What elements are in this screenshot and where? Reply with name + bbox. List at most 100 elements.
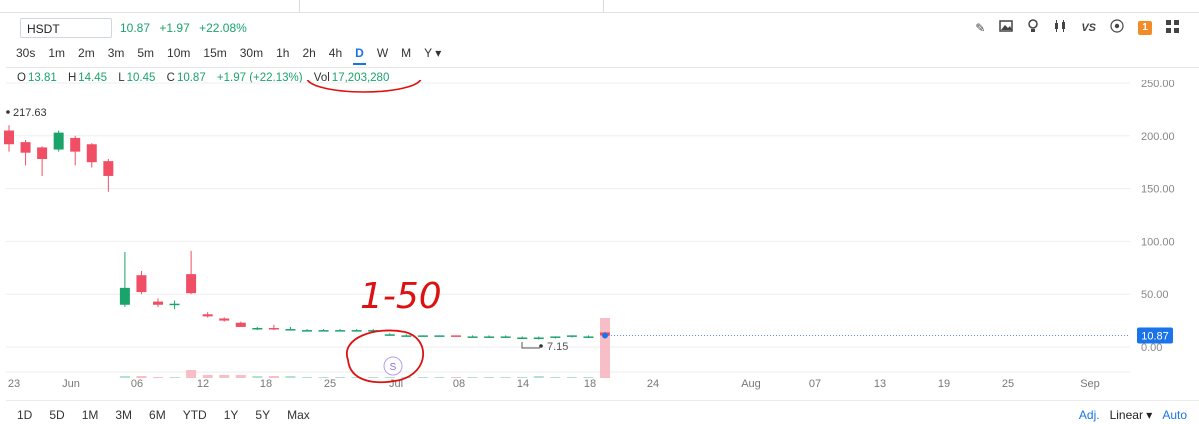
range-1y[interactable]: 1Y bbox=[224, 408, 239, 422]
vs-icon[interactable]: VS bbox=[1081, 22, 1096, 34]
interval-d[interactable]: D bbox=[353, 46, 366, 65]
x-tick-label: Sep bbox=[1080, 378, 1100, 390]
candle bbox=[252, 326, 263, 331]
x-tick-label: Aug bbox=[741, 378, 761, 390]
interval-1m[interactable]: 1m bbox=[48, 46, 65, 60]
candle-body bbox=[4, 130, 14, 145]
auto-toggle[interactable]: Auto bbox=[1162, 408, 1187, 422]
candle bbox=[119, 251, 130, 307]
candle bbox=[4, 125, 14, 152]
candle bbox=[318, 329, 329, 332]
candle bbox=[451, 335, 461, 337]
range-5y[interactable]: 5Y bbox=[255, 408, 270, 422]
volume-bar bbox=[583, 377, 594, 378]
interval-5m[interactable]: 5m bbox=[137, 46, 154, 60]
quote-summary: 10.87 +1.97 +22.08% bbox=[120, 21, 253, 35]
low-marker-dot bbox=[539, 344, 543, 348]
range-3m[interactable]: 3M bbox=[115, 408, 132, 422]
top-strip bbox=[0, 0, 1199, 13]
candles bbox=[4, 125, 610, 340]
candle-body bbox=[533, 337, 544, 339]
toolbar-divider bbox=[6, 67, 1199, 68]
volume-bar bbox=[302, 377, 312, 378]
volume-bar bbox=[153, 377, 163, 378]
range-6m[interactable]: 6M bbox=[149, 408, 166, 422]
scale-dropdown[interactable]: Linear ▾ bbox=[1110, 408, 1153, 422]
range-5d[interactable]: 5D bbox=[49, 408, 64, 422]
candle bbox=[70, 135, 81, 166]
candle-body bbox=[202, 314, 213, 317]
candle bbox=[533, 336, 544, 340]
candle-body bbox=[119, 287, 130, 305]
grid-icon[interactable] bbox=[1166, 19, 1179, 37]
candle bbox=[351, 329, 362, 332]
volume-bar bbox=[335, 377, 346, 378]
high-marker-label: 217.63 bbox=[13, 107, 47, 119]
candle-body bbox=[268, 327, 279, 330]
candle bbox=[484, 335, 495, 338]
volume-bar bbox=[368, 377, 379, 378]
candle-body bbox=[351, 330, 362, 332]
interval-y[interactable]: Y ▾ bbox=[424, 46, 441, 60]
candle bbox=[219, 317, 230, 322]
image-icon[interactable] bbox=[999, 20, 1014, 36]
volume-bar bbox=[517, 377, 528, 378]
range-max[interactable]: Max bbox=[287, 408, 310, 422]
candle-body bbox=[53, 132, 64, 150]
pencil-icon[interactable]: ✎ bbox=[975, 20, 985, 36]
candle-body bbox=[153, 301, 163, 305]
y-axis: 250.00 200.00 150.00 100.00 50.00 0.00 bbox=[1141, 80, 1175, 354]
interval-w[interactable]: W bbox=[377, 46, 388, 60]
interval-m[interactable]: M bbox=[401, 46, 411, 60]
x-axis: 23 Jun 06 12 18 25 Jul 08 14 18 24 Aug 07 13 19 25 Sep bbox=[8, 378, 1100, 390]
candle bbox=[103, 159, 114, 192]
interval-15m[interactable]: 15m bbox=[203, 46, 226, 60]
candle bbox=[202, 312, 213, 318]
candle-body bbox=[136, 275, 147, 293]
candle-body bbox=[20, 142, 31, 153]
candle-body bbox=[451, 335, 461, 337]
volume-bar bbox=[186, 370, 197, 378]
x-tick-label: 08 bbox=[453, 378, 465, 390]
candle-body bbox=[417, 335, 428, 337]
lightbulb-icon[interactable] bbox=[1027, 19, 1039, 37]
candles-icon[interactable] bbox=[1053, 19, 1067, 37]
candle-body bbox=[252, 327, 263, 330]
candle bbox=[235, 321, 246, 327]
interval-30m[interactable]: 30m bbox=[240, 46, 263, 60]
range-ytd[interactable]: YTD bbox=[183, 408, 207, 422]
range-1m[interactable]: 1M bbox=[82, 408, 99, 422]
x-tick-label: 12 bbox=[197, 378, 209, 390]
volume-bar bbox=[533, 376, 544, 378]
candle-body bbox=[384, 334, 395, 336]
interval-1h[interactable]: 1h bbox=[276, 46, 289, 60]
volume-bar bbox=[219, 375, 230, 378]
x-tick-label: 24 bbox=[647, 378, 659, 390]
settings-circle-icon[interactable] bbox=[1110, 19, 1124, 37]
interval-2m[interactable]: 2m bbox=[78, 46, 95, 60]
x-tick-label: 13 bbox=[874, 378, 886, 390]
interval-4h[interactable]: 4h bbox=[329, 46, 342, 60]
range-1d[interactable]: 1D bbox=[17, 408, 32, 422]
interval-30s[interactable]: 30s bbox=[16, 46, 35, 60]
chart-toolbar: ✎ VS 1 bbox=[975, 18, 1179, 38]
price-chart[interactable]: 250.00 200.00 150.00 100.00 50.00 0.00 23 Jun 0… bbox=[0, 80, 1199, 400]
adj-toggle[interactable]: Adj. bbox=[1079, 408, 1100, 422]
x-tick-label: Jun bbox=[62, 378, 80, 390]
quote-change: +1.97 bbox=[159, 21, 190, 35]
volume-bar bbox=[235, 375, 246, 378]
candle bbox=[500, 335, 511, 338]
interval-3m[interactable]: 3m bbox=[108, 46, 125, 60]
interval-2h[interactable]: 2h bbox=[302, 46, 315, 60]
x-tick-label: 23 bbox=[8, 378, 20, 390]
candle-body bbox=[169, 303, 180, 306]
x-tick-label: 25 bbox=[324, 378, 336, 390]
notification-badge-icon[interactable]: 1 bbox=[1138, 21, 1152, 35]
x-tick-label: 18 bbox=[260, 378, 272, 390]
x-tick-label: 18 bbox=[584, 378, 596, 390]
candle-body bbox=[583, 336, 594, 338]
candle bbox=[434, 335, 445, 337]
symbol-input[interactable]: HSDT bbox=[20, 18, 112, 38]
volume-bar bbox=[500, 377, 511, 378]
interval-10m[interactable]: 10m bbox=[167, 46, 190, 60]
